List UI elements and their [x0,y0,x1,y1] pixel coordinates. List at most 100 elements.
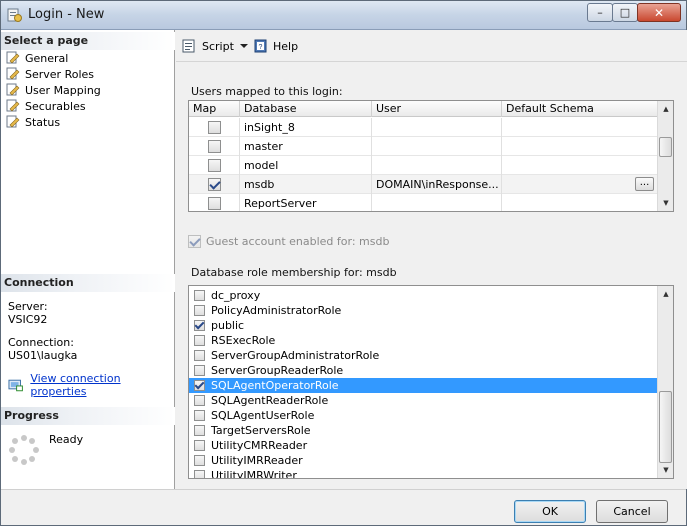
table-row[interactable]: model [189,156,659,175]
table-row[interactable]: inSight_8 [189,118,659,137]
role-checkbox[interactable] [194,305,205,316]
role-checkbox[interactable] [194,425,205,436]
map-checkbox[interactable] [207,140,221,153]
role-checkbox[interactable] [194,290,205,301]
map-checkbox[interactable] [207,159,221,172]
role-list-scrollbar[interactable]: ▲ ▼ [657,286,673,478]
user-cell[interactable] [372,156,502,175]
maximize-button[interactable]: □ [612,3,638,22]
page-icon [6,51,20,64]
connection-value: US01\laugka [8,349,78,362]
user-cell[interactable] [372,137,502,156]
table-row[interactable]: msdb DOMAIN\inResponse... ... [189,175,659,194]
list-item[interactable]: UtilityIMRWriter [189,468,659,478]
scroll-up-arrow-icon[interactable]: ▲ [658,286,673,302]
schema-cell[interactable]: ... [502,175,659,194]
list-item[interactable]: UtilityIMRReader [189,453,659,468]
schema-cell[interactable] [502,118,659,137]
role-checkbox[interactable] [194,380,205,391]
list-item[interactable]: SQLAgentUserRole [189,408,659,423]
help-label: Help [273,39,299,53]
role-checkbox[interactable] [194,320,205,331]
spinner-icon [9,435,39,465]
schema-cell[interactable] [502,156,659,175]
window-title: Login - New [28,7,105,22]
connection-header: Connection [1,274,175,292]
page-item-label: General [25,51,69,65]
role-checkbox[interactable] [194,395,205,406]
schema-cell[interactable] [502,194,659,211]
col-header-map[interactable]: Map [189,101,240,117]
table-row[interactable]: ReportServer [189,194,659,211]
page-item-general[interactable]: General [5,50,101,66]
database-cell: ReportServer [240,194,372,211]
server-value: VSIC92 [8,313,48,326]
user-mapping-grid[interactable]: Map Database User Default Schema inSight… [188,100,674,212]
progress-status-text: Ready [49,433,84,446]
page-item-status[interactable]: Status [5,114,101,130]
list-item-selected[interactable]: SQLAgentOperatorRole [189,378,659,393]
help-button[interactable]: ? Help [253,39,298,53]
scroll-down-arrow-icon[interactable]: ▼ [658,195,673,211]
role-name: PolicyAdministratorRole [211,304,342,317]
table-row[interactable]: master [189,137,659,156]
list-item[interactable]: ServerGroupAdministratorRole [189,348,659,363]
view-connection-properties-link[interactable]: View connection properties [30,372,174,398]
guest-account-label: Guest account enabled for: msdb [206,235,390,248]
close-button[interactable]: ✕ [637,3,681,22]
cancel-button[interactable]: Cancel [596,500,668,523]
scroll-down-arrow-icon[interactable]: ▼ [658,462,673,478]
script-button[interactable]: Script [182,39,248,53]
user-cell[interactable]: DOMAIN\inResponse... [372,175,502,194]
left-pane: Select a page General Server Roles User … [1,30,175,489]
role-checkbox[interactable] [194,350,205,361]
role-checkbox[interactable] [194,470,205,478]
role-membership-list[interactable]: dc_proxy PolicyAdministratorRole public … [188,285,674,479]
scrollbar-thumb[interactable] [659,391,672,463]
role-checkbox[interactable] [194,440,205,451]
col-header-database[interactable]: Database [240,101,372,117]
title-bar[interactable]: Login - New – □ ✕ [1,1,686,30]
role-name: RSExecRole [211,334,276,347]
role-checkbox[interactable] [194,365,205,376]
browse-schema-button[interactable]: ... [635,177,654,191]
page-icon [6,115,20,128]
list-item[interactable]: SQLAgentReaderRole [189,393,659,408]
user-cell[interactable] [372,118,502,137]
schema-cell[interactable] [502,137,659,156]
list-item[interactable]: dc_proxy [189,288,659,303]
role-checkbox[interactable] [194,455,205,466]
list-item[interactable]: public [189,318,659,333]
page-item-securables[interactable]: Securables [5,98,101,114]
list-item[interactable]: RSExecRole [189,333,659,348]
role-name: SQLAgentOperatorRole [211,379,339,392]
database-cell: inSight_8 [240,118,372,137]
user-cell[interactable] [372,194,502,211]
grid-scrollbar[interactable]: ▲ ▼ [657,101,673,211]
ok-button[interactable]: OK [514,500,586,523]
page-item-user-mapping[interactable]: User Mapping [5,82,101,98]
map-checkbox[interactable] [207,178,221,191]
page-item-server-roles[interactable]: Server Roles [5,66,101,82]
list-item[interactable]: UtilityCMRReader [189,438,659,453]
guest-account-checkbox[interactable] [188,235,201,248]
col-header-default-schema[interactable]: Default Schema [502,101,659,117]
role-checkbox[interactable] [194,410,205,421]
scroll-up-arrow-icon[interactable]: ▲ [658,101,673,117]
list-item[interactable]: PolicyAdministratorRole [189,303,659,318]
col-header-user[interactable]: User [372,101,502,117]
script-icon [182,39,195,53]
chevron-down-icon[interactable] [239,44,248,48]
list-item[interactable]: ServerGroupReaderRole [189,363,659,378]
page-icon [6,67,20,80]
role-name: ServerGroupReaderRole [211,364,344,377]
role-checkbox[interactable] [194,335,205,346]
list-item[interactable]: TargetServersRole [189,423,659,438]
dialog-footer: OK Cancel [1,489,686,525]
scrollbar-thumb[interactable] [659,137,672,157]
server-label: Server: [8,300,48,313]
map-checkbox[interactable] [207,121,221,134]
role-name: public [211,319,245,332]
minimize-button[interactable]: – [587,3,613,22]
map-checkbox[interactable] [207,197,221,210]
